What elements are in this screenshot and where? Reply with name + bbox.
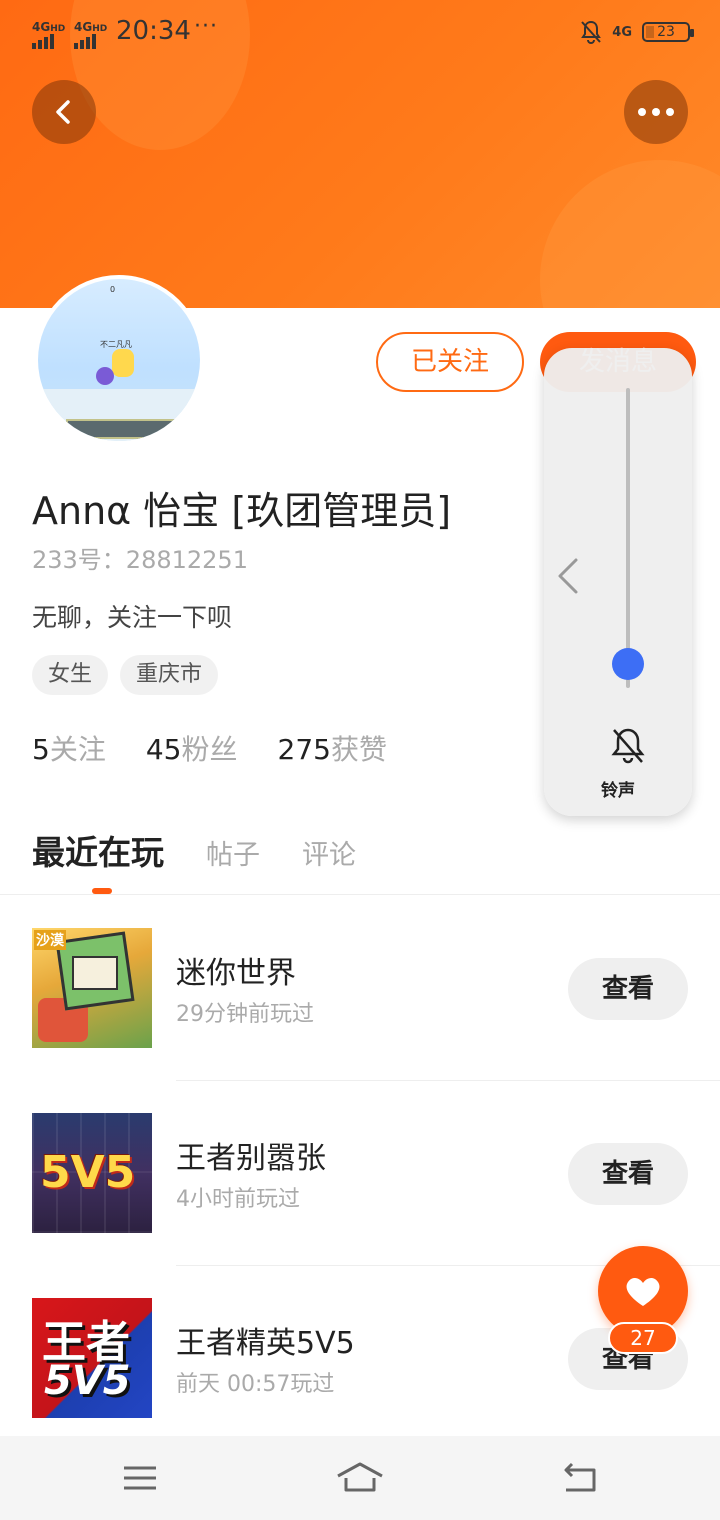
- volume-slider-knob[interactable]: [612, 648, 644, 680]
- status-time: 20:34: [116, 16, 191, 46]
- avatar[interactable]: 0 不二凡凡: [34, 275, 204, 445]
- dot-icon: [652, 108, 660, 116]
- status-right: 4G 23: [580, 18, 694, 46]
- tag-location: 重庆市: [120, 655, 219, 695]
- followed-button[interactable]: 已关注: [376, 332, 524, 392]
- view-button[interactable]: 查看: [568, 958, 688, 1020]
- signal-indicator-2: 4GHD: [74, 20, 107, 49]
- game-last-played: 前天 00:57玩过: [176, 1372, 335, 1397]
- game-last-played: 29分钟前玩过: [176, 1002, 314, 1027]
- chevron-left-icon: [56, 100, 70, 124]
- stat-likes[interactable]: 275获赞: [278, 728, 387, 768]
- user-tags: 女生 重庆市: [32, 655, 219, 695]
- game-icon: 王者 5V5: [32, 1298, 152, 1418]
- avatar-image: 0 不二凡凡: [38, 279, 200, 441]
- stat-following[interactable]: 5关注: [32, 728, 106, 768]
- user-id: 233号：28812251: [32, 546, 248, 574]
- tag-gender: 女生: [32, 655, 109, 695]
- thumb-label: 沙漠: [34, 930, 66, 950]
- chevron-left-icon[interactable]: [556, 556, 580, 596]
- hd-label: HD: [50, 24, 66, 34]
- battery-fill: [646, 26, 654, 38]
- thumb-label: 5V5: [40, 1147, 136, 1198]
- avatar-top-text: 0: [110, 285, 116, 294]
- game-title: 王者别嚣张: [176, 1141, 326, 1176]
- signal-bars-icon: [74, 34, 98, 49]
- network-type-right: 4G: [612, 24, 632, 40]
- back-nav-button[interactable]: [556, 1456, 604, 1500]
- signal-bars-icon: [32, 34, 56, 49]
- menu-button[interactable]: [116, 1456, 164, 1500]
- return-icon: [564, 1462, 596, 1492]
- thumb-label: 5V5: [44, 1358, 131, 1404]
- menu-icon: [124, 1466, 156, 1490]
- stat-number: 45: [145, 733, 182, 766]
- avatar-character: [112, 349, 134, 377]
- avatar-toolbar: [66, 419, 186, 439]
- dot-icon: [638, 108, 646, 116]
- home-icon: [337, 1462, 383, 1492]
- stat-label: 关注: [49, 733, 106, 766]
- home-button[interactable]: [336, 1456, 384, 1500]
- heart-icon: [626, 1277, 660, 1306]
- volume-label: 铃声: [601, 781, 635, 801]
- avatar-orb: [96, 367, 114, 385]
- game-icon: 沙漠: [32, 928, 152, 1048]
- game-last-played: 4小时前玩过: [176, 1187, 300, 1212]
- profile-page: 4GHD 4GHD 20:34 ··· 4G 23 0 不二凡凡 已关注 Ann…: [0, 0, 720, 1520]
- stat-number: 275: [277, 733, 331, 766]
- status-more-dots: ···: [194, 14, 218, 39]
- dot-icon: [666, 108, 674, 116]
- stat-label: 粉丝: [181, 733, 238, 766]
- stat-label: 获赞: [330, 733, 387, 766]
- bell-muted-icon[interactable]: [610, 726, 646, 766]
- hd-label: HD: [92, 24, 108, 34]
- user-name: Annα 怡宝 [玖团管理员]: [32, 489, 452, 533]
- more-options-button[interactable]: [624, 80, 688, 144]
- banner-decoration: [540, 160, 720, 308]
- divider: [0, 894, 720, 895]
- tab-posts[interactable]: 帖子: [206, 833, 260, 872]
- user-bio: 无聊，关注一下呗: [32, 603, 233, 632]
- game-title: 王者精英5V5: [176, 1326, 355, 1361]
- network-type: 4G: [32, 20, 51, 34]
- tab-recent-play[interactable]: 最近在玩: [32, 826, 164, 874]
- stat-followers[interactable]: 45粉丝: [146, 728, 238, 768]
- tab-comments[interactable]: 评论: [302, 833, 356, 872]
- back-button[interactable]: [32, 80, 96, 144]
- system-nav-bar: [0, 1436, 720, 1520]
- list-item[interactable]: 5V5 王者别嚣张 4小时前玩过 查看: [0, 1081, 720, 1266]
- network-type: 4G: [74, 20, 93, 34]
- game-icon: 5V5: [32, 1113, 152, 1233]
- battery-level: 23: [657, 24, 675, 40]
- like-count-badge: 27: [608, 1322, 678, 1354]
- signal-indicator-1: 4GHD: [32, 20, 65, 49]
- battery-icon: 23: [642, 22, 694, 42]
- stat-number: 5: [32, 733, 50, 766]
- list-item[interactable]: 沙漠 迷你世界 29分钟前玩过 查看: [0, 896, 720, 1081]
- bell-muted-icon: [581, 20, 602, 44]
- volume-panel[interactable]: 铃声: [544, 348, 692, 816]
- view-button[interactable]: 查看: [568, 1143, 688, 1205]
- status-bar: 4GHD 4GHD 20:34 ··· 4G 23: [0, 0, 720, 64]
- volume-slider-track[interactable]: [626, 388, 630, 688]
- thumb-shape: [72, 956, 118, 990]
- tab-bar: 最近在玩 帖子 评论: [32, 826, 356, 874]
- user-stats: 5关注 45粉丝 275获赞: [32, 728, 387, 768]
- game-title: 迷你世界: [176, 956, 296, 991]
